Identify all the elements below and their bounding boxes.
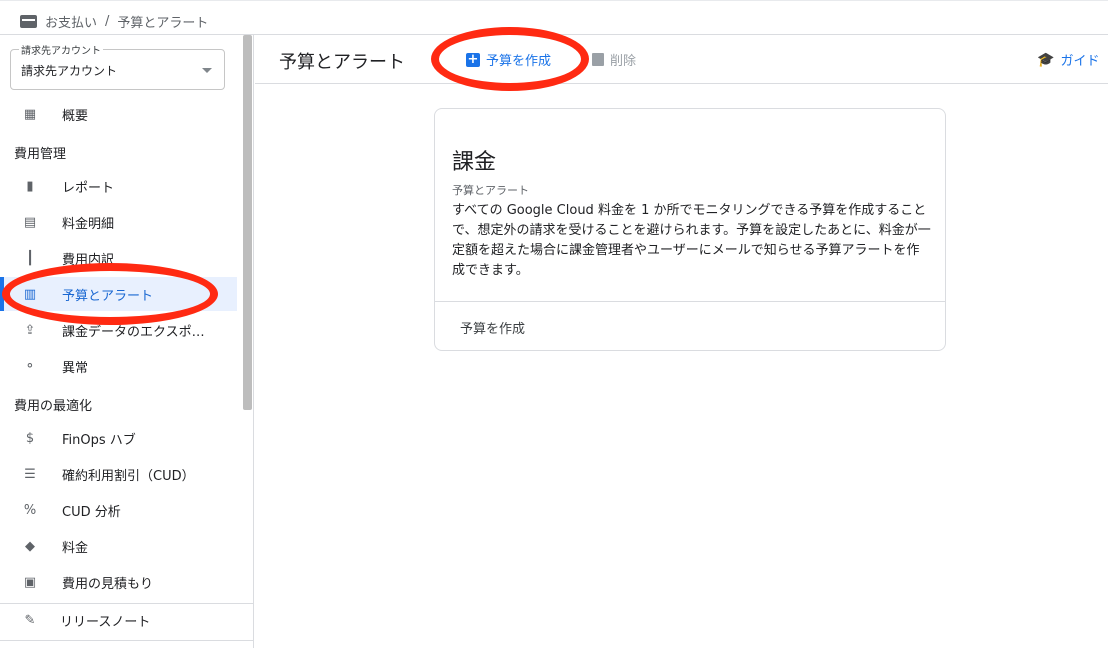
- create-budget-label: 予算を作成: [486, 54, 552, 69]
- trash-icon: [592, 53, 604, 66]
- tag-icon: ◆: [25, 538, 35, 554]
- dollar-icon: $: [25, 430, 35, 446]
- card-create-budget-button[interactable]: 予算を作成: [460, 318, 525, 337]
- scrollbar-thumb[interactable]: [243, 35, 252, 410]
- sidebar-item-cud-analysis[interactable]: % CUD 分析: [0, 493, 237, 527]
- sidebar-divider: [0, 640, 254, 641]
- breadcrumb: お支払い / 予算とアラート: [20, 12, 208, 31]
- list-icon: ☰: [24, 466, 36, 482]
- breadcrumb-separator: /: [105, 14, 110, 29]
- school-cap-icon: 🎓: [1037, 51, 1055, 68]
- budget-icon: ▥: [23, 286, 37, 302]
- create-budget-button[interactable]: + 予算を作成: [466, 50, 551, 69]
- sidebar-item-release-notes[interactable]: ✎ リリースノート: [0, 603, 237, 637]
- sidebar-item-label: CUD 分析: [62, 504, 121, 520]
- sidebar-item-label: リリースノート: [60, 614, 151, 630]
- calculator-icon: ▣: [23, 574, 37, 590]
- waterfall-icon: ┃: [26, 250, 34, 266]
- upload-icon: ⇪: [24, 322, 36, 338]
- sidebar-item-label: FinOps ハブ: [62, 432, 136, 448]
- sidebar-item-label: 異常: [62, 360, 89, 376]
- billing-account-label: 請求先アカウント: [19, 42, 103, 57]
- main-content: 予算とアラート + 予算を作成 削除 🎓 ガイド 課金 予算とアラート すべての…: [255, 35, 1108, 648]
- top-bar: お支払い / 予算とアラート: [0, 0, 1108, 35]
- card-subtitle: 予算とアラート: [452, 184, 529, 197]
- sidebar-item-label: 費用の見積もり: [62, 576, 154, 592]
- breadcrumb-billing-link[interactable]: お支払い: [45, 12, 97, 31]
- section-cost-optimization: 費用の最適化: [14, 399, 93, 414]
- anomaly-icon: ⚬: [24, 358, 36, 374]
- delete-label: 削除: [610, 54, 637, 69]
- chevron-down-icon: [202, 68, 212, 73]
- billing-account-select[interactable]: 請求先アカウント 請求先アカウント: [10, 42, 225, 90]
- sidebar-item-label: 課金データのエクスポ…: [62, 324, 205, 340]
- card-description: すべての Google Cloud 料金を 1 か所でモニタリングできる予算を作…: [452, 203, 931, 278]
- sidebar-item-label: 費用内訳: [62, 252, 115, 268]
- sidebar-item-cud[interactable]: ☰ 確約利用割引（CUD）: [0, 457, 237, 491]
- billing-card-icon: [20, 15, 37, 28]
- sidebar-item-label: 確約利用割引（CUD）: [62, 468, 195, 484]
- billing-account-value: 請求先アカウント: [21, 64, 118, 78]
- sidebar-item-cost-table[interactable]: ▤ 料金明細: [0, 205, 237, 239]
- bar-chart-icon: ▮: [26, 178, 34, 194]
- sidebar-item-reports[interactable]: ▮ レポート: [0, 169, 237, 203]
- add-box-icon: +: [466, 51, 480, 67]
- table-icon: ▤: [23, 214, 37, 230]
- delete-button[interactable]: 削除: [592, 50, 636, 69]
- sidebar-item-budgets[interactable]: ▥ 予算とアラート: [0, 277, 237, 311]
- sidebar-item-label: 料金明細: [62, 216, 115, 232]
- section-cost-management: 費用管理: [14, 147, 67, 162]
- card-divider: [435, 301, 945, 302]
- guide-button[interactable]: 🎓 ガイド: [1037, 50, 1100, 70]
- sidebar-item-breakdown[interactable]: ┃ 費用内訳: [0, 241, 237, 275]
- page-title: 予算とアラート: [279, 52, 405, 73]
- sidebar-item-overview[interactable]: ▦ 概要: [0, 97, 237, 131]
- sidebar-item-label: 料金: [62, 540, 89, 556]
- breadcrumb-current: 予算とアラート: [117, 16, 209, 31]
- guide-label: ガイド: [1060, 54, 1100, 69]
- sidebar-item-anomalies[interactable]: ⚬ 異常: [0, 349, 237, 383]
- sidebar-item-label: 概要: [62, 108, 89, 124]
- toolbar: 予算とアラート + 予算を作成 削除 🎓 ガイド: [255, 35, 1108, 84]
- sidebar-scrollbar[interactable]: [243, 35, 253, 575]
- sidebar-item-label: レポート: [62, 180, 115, 196]
- sidebar-item-export[interactable]: ⇪ 課金データのエクスポ…: [0, 313, 237, 347]
- sidebar-item-finops[interactable]: $ FinOps ハブ: [0, 421, 237, 455]
- sidebar: 請求先アカウント 請求先アカウント ▦ 概要 費用管理 ▮ レポート ▤ 料金明…: [0, 35, 254, 648]
- billing-info-card: 課金 予算とアラート すべての Google Cloud 料金を 1 か所でモニ…: [434, 108, 946, 351]
- sidebar-item-label: 予算とアラート: [62, 288, 154, 304]
- sidebar-item-pricing[interactable]: ◆ 料金: [0, 529, 237, 563]
- notes-icon: ✎: [24, 612, 36, 628]
- percent-icon: %: [23, 502, 37, 518]
- card-title: 課金: [452, 150, 497, 175]
- dashboard-icon: ▦: [23, 106, 37, 122]
- sidebar-item-estimate[interactable]: ▣ 費用の見積もり: [0, 565, 237, 599]
